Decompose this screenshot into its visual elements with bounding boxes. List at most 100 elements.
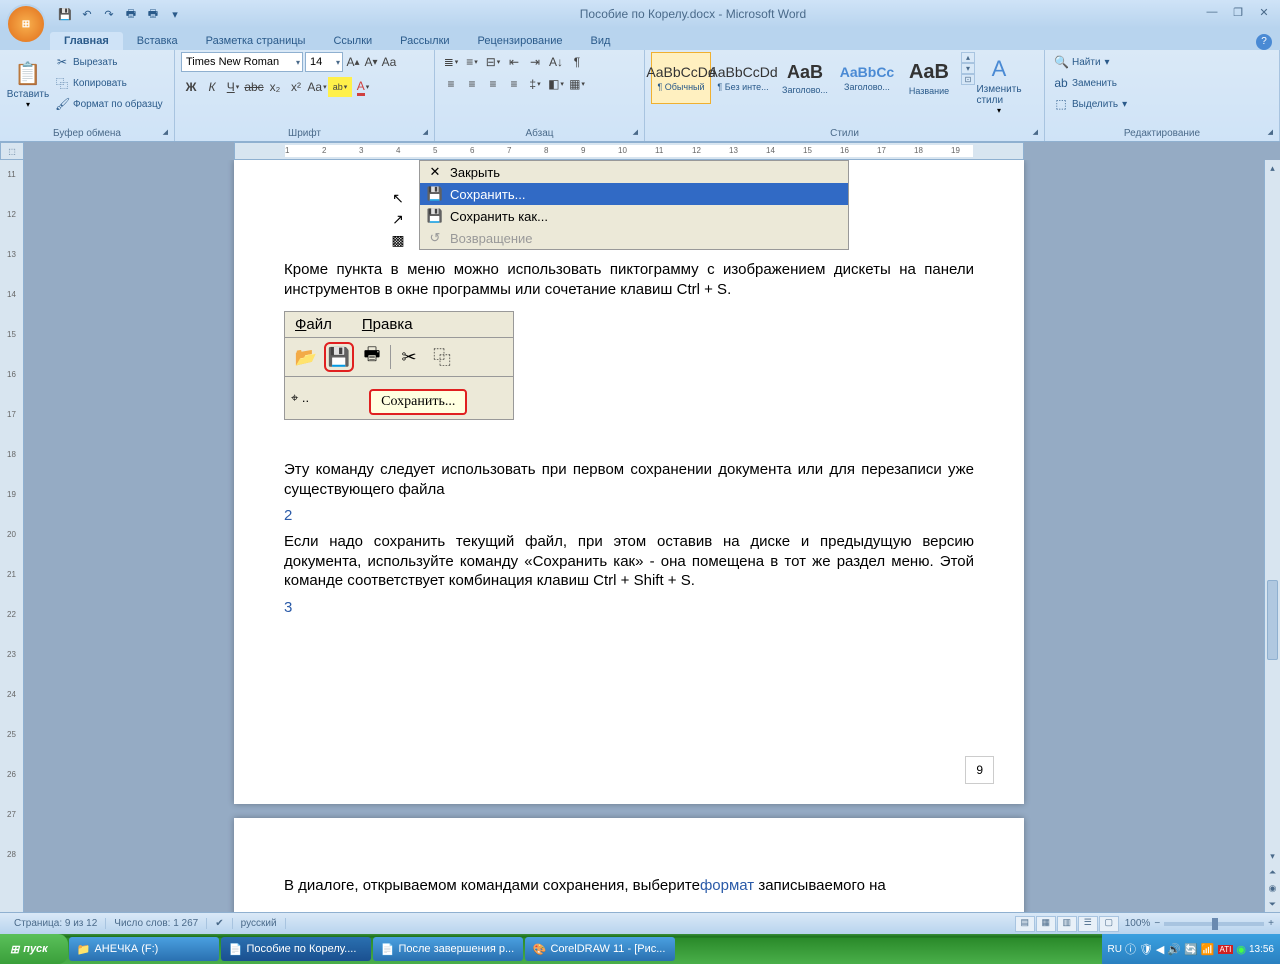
tray-volume-icon[interactable]: 🔊 (1167, 943, 1181, 956)
style-no-spacing[interactable]: AaBbCcDd¶ Без инте... (713, 52, 773, 104)
task-corel[interactable]: 🎨CorelDRAW 11 - [Рис... (525, 937, 675, 961)
copy-button[interactable]: ⿻Копировать (52, 73, 166, 93)
zoom-in-icon[interactable]: + (1268, 918, 1274, 929)
font-size-combo[interactable]: 14▾ (305, 52, 343, 72)
zoom-out-icon[interactable]: − (1154, 918, 1160, 929)
view-print-layout-icon[interactable]: ▤ (1015, 916, 1035, 932)
align-right-button[interactable]: ≡ (483, 74, 503, 94)
style-heading1[interactable]: AaBЗаголово... (775, 52, 835, 104)
font-color-button[interactable]: A▾ (353, 77, 373, 97)
embedded-filemenu: ✕Закрыть 💾Сохранить... 💾Сохранить как...… (419, 160, 849, 250)
borders-button[interactable]: ▦▾ (567, 74, 587, 94)
tray-ati-icon[interactable]: ATI (1218, 945, 1234, 954)
italic-button[interactable]: К (202, 77, 222, 97)
format-painter-button[interactable]: 🖌Формат по образцу (52, 94, 166, 114)
view-web-icon[interactable]: ▥ (1057, 916, 1077, 932)
restore-button[interactable]: ❐ (1228, 6, 1248, 22)
view-draft-icon[interactable]: ▢ (1099, 916, 1119, 932)
qat-print-icon[interactable]: 🖶 (122, 5, 140, 23)
task-word2[interactable]: 📄После завершения р... (373, 937, 523, 961)
replace-button[interactable]: abЗаменить (1051, 73, 1130, 93)
ruler-corner[interactable]: ⬚ (0, 142, 24, 160)
sort-button[interactable]: A↓ (546, 52, 566, 72)
highlight-button[interactable]: ab▾ (328, 77, 352, 97)
vertical-scrollbar[interactable]: ▴ ▾ ⏶ ◉ ⏷ (1264, 160, 1280, 912)
tab-review[interactable]: Рецензирование (464, 32, 577, 50)
strike-button[interactable]: abc (244, 77, 264, 97)
task-folder[interactable]: 📁АНЕЧКА (F:) (69, 937, 219, 961)
underline-button[interactable]: Ч▾ (223, 77, 243, 97)
shrink-font-icon[interactable]: A▾ (363, 52, 379, 72)
tray-info-icon[interactable]: ⓘ (1125, 941, 1136, 957)
status-language[interactable]: русский (233, 918, 286, 929)
select-button[interactable]: ⬚Выделить ▾ (1051, 94, 1130, 114)
superscript-button[interactable]: x² (286, 77, 306, 97)
style-normal[interactable]: AaBbCcDd¶ Обычный (651, 52, 711, 104)
change-case-button[interactable]: Aa▾ (307, 77, 327, 97)
qat-dropdown-icon[interactable]: ▾ (166, 5, 184, 23)
status-words[interactable]: Число слов: 1 267 (106, 918, 207, 929)
paste-button[interactable]: 📋 Вставить ▾ (6, 52, 50, 118)
zoom-value[interactable]: 100% (1125, 918, 1151, 929)
tray-green-icon[interactable]: ◉ (1236, 943, 1246, 956)
outdent-button[interactable]: ⇤ (504, 52, 524, 72)
tab-insert[interactable]: Вставка (123, 32, 192, 50)
change-styles-button[interactable]: A Изменить стили ▾ (977, 52, 1021, 118)
vertical-ruler[interactable]: 111213141516171819202122232425262728 (0, 160, 24, 912)
style-heading2[interactable]: AaBbCcЗаголово... (837, 52, 897, 104)
qat-undo-icon[interactable]: ↶ (78, 5, 96, 23)
view-outline-icon[interactable]: ☰ (1078, 916, 1098, 932)
tray-lang[interactable]: RU (1108, 944, 1122, 955)
zoom-slider[interactable] (1164, 922, 1264, 926)
tab-layout[interactable]: Разметка страницы (192, 32, 320, 50)
view-fullscreen-icon[interactable]: ▦ (1036, 916, 1056, 932)
task-word1[interactable]: 📄Пособие по Корелу.... (221, 937, 371, 961)
multilevel-button[interactable]: ⊟▾ (483, 52, 503, 72)
shading-button[interactable]: ◧▾ (546, 74, 566, 94)
office-button[interactable]: ⊞ (6, 4, 46, 44)
scroll-up-icon[interactable]: ▴ (1265, 160, 1280, 176)
tray-shield-icon[interactable]: 🛡 (1139, 943, 1153, 956)
indent-button[interactable]: ⇥ (525, 52, 545, 72)
minimize-button[interactable]: — (1202, 6, 1222, 22)
font-name-combo[interactable]: Times New Roman▾ (181, 52, 303, 72)
close-button[interactable]: ✕ (1254, 6, 1274, 22)
help-icon[interactable]: ? (1256, 34, 1272, 50)
tab-references[interactable]: Ссылки (319, 32, 386, 50)
qat-redo-icon[interactable]: ↷ (100, 5, 118, 23)
justify-button[interactable]: ≡ (504, 74, 524, 94)
style-title[interactable]: AaBНазвание (899, 52, 959, 104)
qat-preview-icon[interactable]: 🖶 (144, 5, 162, 23)
horizontal-ruler[interactable]: 12345678910111213141516171819 (234, 142, 1024, 160)
browse-prev-icon[interactable]: ⏶ (1265, 864, 1280, 880)
styles-scroll-up-icon[interactable]: ▴ (961, 52, 975, 63)
status-proofing-icon[interactable]: ✔ (207, 918, 232, 929)
styles-expand-icon[interactable]: ⊡ (961, 74, 975, 85)
browse-next-icon[interactable]: ⏷ (1265, 896, 1280, 912)
tray-update-icon[interactable]: 🔄 (1184, 943, 1198, 956)
tray-arrow-icon[interactable]: ◀ (1156, 943, 1164, 956)
subscript-button[interactable]: x₂ (265, 77, 285, 97)
styles-scroll-down-icon[interactable]: ▾ (961, 63, 975, 74)
tab-view[interactable]: Вид (577, 32, 625, 50)
status-page[interactable]: Страница: 9 из 12 (6, 918, 106, 929)
qat-save-icon[interactable]: 💾 (56, 5, 74, 23)
browse-object-icon[interactable]: ◉ (1265, 880, 1280, 896)
align-center-button[interactable]: ≡ (462, 74, 482, 94)
line-spacing-button[interactable]: ‡▾ (525, 74, 545, 94)
tray-wifi-icon[interactable]: 📶 (1201, 943, 1215, 956)
cut-button[interactable]: ✂Вырезать (52, 52, 166, 72)
scroll-down-icon[interactable]: ▾ (1265, 848, 1280, 864)
tab-home[interactable]: Главная (50, 32, 123, 50)
show-marks-button[interactable]: ¶ (567, 52, 587, 72)
clear-format-icon[interactable]: Aa (381, 52, 397, 72)
grow-font-icon[interactable]: A▴ (345, 52, 361, 72)
scrollbar-thumb[interactable] (1267, 580, 1278, 660)
tray-clock[interactable]: 13:56 (1249, 944, 1274, 955)
bold-button[interactable]: Ж (181, 77, 201, 97)
numbering-button[interactable]: ≡▾ (462, 52, 482, 72)
bullets-button[interactable]: ≣▾ (441, 52, 461, 72)
align-left-button[interactable]: ≡ (441, 74, 461, 94)
find-button[interactable]: 🔍Найти ▾ (1051, 52, 1130, 72)
tab-mailings[interactable]: Рассылки (386, 32, 463, 50)
